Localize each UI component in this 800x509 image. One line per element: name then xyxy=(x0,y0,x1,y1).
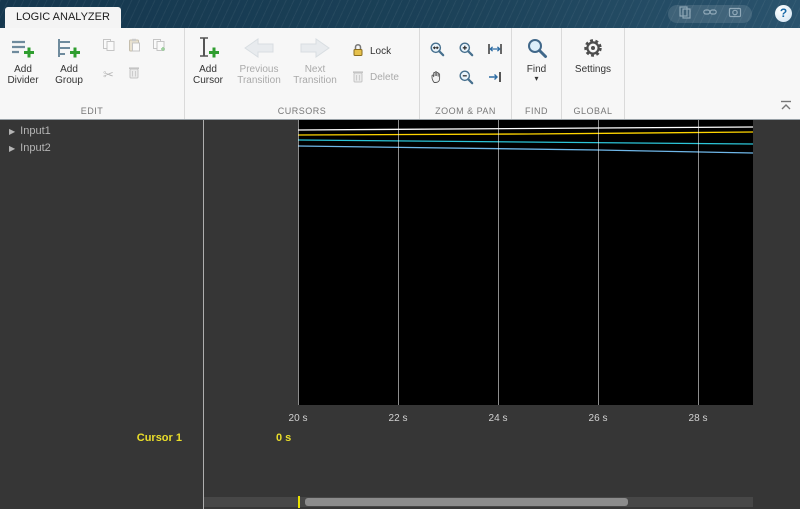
waveform-display: ▶ Input1 ▶ Input2 20 s 22 s 24 s 26 s 28… xyxy=(0,120,800,509)
next-transition-button[interactable]: Next Transition xyxy=(287,32,343,86)
lock-button[interactable]: Lock xyxy=(351,43,399,60)
pane-splitter[interactable] xyxy=(203,120,204,509)
find-button[interactable]: Find ▾ xyxy=(514,32,560,83)
delete-cursor-button[interactable]: Delete xyxy=(351,69,399,86)
chevron-down-icon: ▾ xyxy=(534,74,539,83)
section-label-edit: EDIT xyxy=(80,106,104,116)
zoom-out-icon xyxy=(458,69,474,90)
copy-icon xyxy=(102,38,116,57)
horizontal-scrollbar[interactable] xyxy=(204,497,753,507)
cursor-value-label[interactable]: 0 s xyxy=(276,432,291,444)
section-label-find: FIND xyxy=(525,106,548,116)
tab-logic-analyzer[interactable]: LOGIC ANALYZER xyxy=(5,7,121,28)
zoom-to-cursor-button[interactable] xyxy=(480,65,509,93)
add-cursor-button[interactable]: Add Cursor xyxy=(185,32,231,86)
time-tick: 28 s xyxy=(688,413,708,424)
cut-button[interactable]: ✂ xyxy=(96,61,121,88)
zoom-in-icon xyxy=(458,41,474,62)
add-cursor-label: Add Cursor xyxy=(192,64,223,86)
tab-bar: LOGIC ANALYZER ? xyxy=(0,0,800,28)
section-label-cursors: CURSORS xyxy=(277,106,327,116)
add-group-button[interactable]: Add Group xyxy=(46,32,92,86)
add-divider-label: Add Divider xyxy=(7,64,39,86)
add-divider-icon xyxy=(10,32,36,64)
expand-arrow-icon: ▶ xyxy=(9,126,16,136)
link-icon[interactable] xyxy=(703,5,717,24)
time-tick: 24 s xyxy=(488,413,508,424)
zoom-out-button[interactable] xyxy=(451,65,480,93)
toolstrip: Add Divider Add Group ✂ EDIT Add Cursor … xyxy=(0,28,800,120)
duplicate-button[interactable] xyxy=(146,34,171,61)
paste-icon xyxy=(127,38,141,57)
paste-button[interactable] xyxy=(121,34,146,61)
section-label-zoom-pan: ZOOM & PAN xyxy=(435,106,496,116)
gridline xyxy=(298,120,299,405)
settings-button[interactable]: Settings xyxy=(564,32,622,75)
time-tick: 20 s xyxy=(288,413,308,424)
fit-to-view-icon xyxy=(487,41,503,62)
next-transition-icon xyxy=(298,32,332,64)
fit-to-view-button[interactable] xyxy=(480,37,509,65)
section-find: Find ▾ FIND xyxy=(512,28,562,119)
signal-traces xyxy=(297,126,754,154)
trash-icon xyxy=(351,69,365,86)
trash-icon xyxy=(127,65,141,84)
copy-button[interactable] xyxy=(96,34,121,61)
scissors-icon: ✂ xyxy=(103,66,114,82)
channel-row-input2[interactable]: ▶ Input2 xyxy=(9,140,51,156)
lock-label: Lock xyxy=(370,46,392,57)
cursor-actions: Lock Delete xyxy=(351,32,399,86)
delete-cursor-label: Delete xyxy=(370,72,399,83)
expand-arrow-icon: ▶ xyxy=(9,143,16,153)
collapse-toolstrip-button[interactable] xyxy=(780,98,792,116)
gridline xyxy=(498,120,499,405)
toolstrip-filler xyxy=(625,28,800,119)
section-label-global: GLOBAL xyxy=(573,106,613,116)
delete-button[interactable] xyxy=(121,61,146,88)
channel-label: Input2 xyxy=(20,142,51,154)
channel-row-input1[interactable]: ▶ Input1 xyxy=(9,123,51,139)
zoom-buttons xyxy=(422,32,509,93)
gridline xyxy=(598,120,599,405)
add-group-label: Add Group xyxy=(55,64,83,86)
next-transition-label: Next Transition xyxy=(293,64,337,86)
section-zoom-pan: ZOOM & PAN xyxy=(420,28,512,119)
gear-icon xyxy=(582,32,604,64)
time-tick: 26 s xyxy=(588,413,608,424)
cursor-position-marker[interactable] xyxy=(298,496,300,508)
zoom-in-button[interactable] xyxy=(451,37,480,65)
duplicate-icon xyxy=(152,38,166,57)
pan-button[interactable] xyxy=(422,65,451,93)
find-icon xyxy=(526,32,548,64)
gridline xyxy=(698,120,699,405)
zoom-to-cursor-icon xyxy=(487,69,503,90)
copy-icon[interactable] xyxy=(678,5,692,24)
quick-access-toolbar xyxy=(668,5,752,23)
previous-transition-button[interactable]: Previous Transition xyxy=(231,32,287,86)
help-icon[interactable]: ? xyxy=(775,5,792,22)
previous-transition-icon xyxy=(242,32,276,64)
waveform-plot[interactable] xyxy=(297,120,754,405)
channel-label: Input1 xyxy=(20,125,51,137)
zoom-in-time-icon xyxy=(429,41,445,62)
section-edit: Add Divider Add Group ✂ EDIT xyxy=(0,28,185,119)
time-tick: 22 s xyxy=(388,413,408,424)
section-global: Settings GLOBAL xyxy=(562,28,625,119)
lock-icon xyxy=(351,43,365,60)
pan-hand-icon xyxy=(429,69,445,90)
gridline xyxy=(398,120,399,405)
add-divider-button[interactable]: Add Divider xyxy=(0,32,46,86)
cursor-name-label: Cursor 1 xyxy=(136,432,182,444)
zoom-in-time-button[interactable] xyxy=(422,37,451,65)
section-cursors: Add Cursor Previous Transition Next Tran… xyxy=(185,28,420,119)
logic-analyzer-window: LOGIC ANALYZER ? Add Divider Add Group ✂… xyxy=(0,0,800,509)
collapse-toolstrip-icon xyxy=(780,98,792,115)
scrollbar-thumb[interactable] xyxy=(305,498,628,506)
snapshot-icon[interactable] xyxy=(728,5,742,24)
add-group-icon xyxy=(56,32,82,64)
previous-transition-label: Previous Transition xyxy=(237,64,281,86)
settings-label: Settings xyxy=(574,64,612,75)
add-cursor-icon xyxy=(195,32,221,64)
edit-mini-buttons: ✂ xyxy=(96,32,171,88)
